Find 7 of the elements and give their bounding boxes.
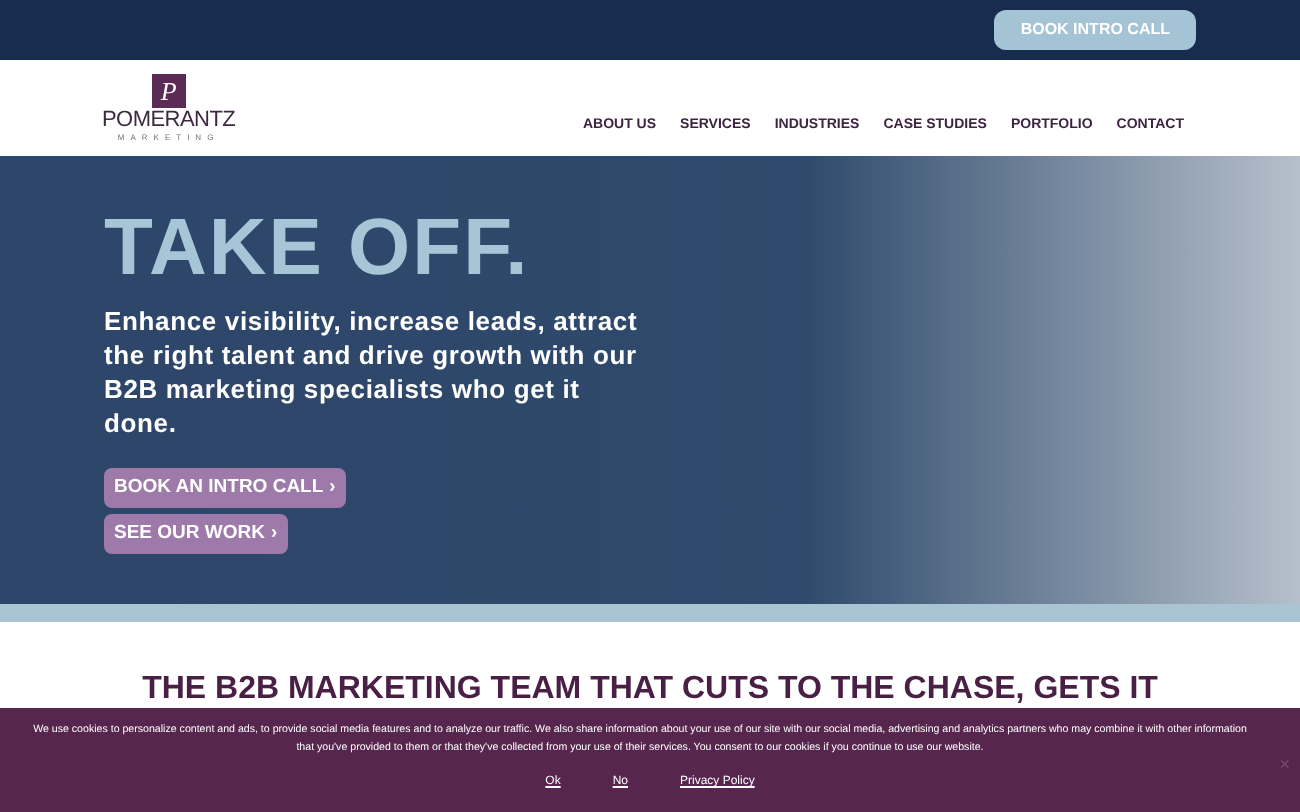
logo-name: POMERANTZ bbox=[102, 108, 236, 132]
hero-title: TAKE OFF. bbox=[104, 204, 530, 292]
logo-mark: P bbox=[151, 74, 186, 108]
section-heading: THE B2B MARKETING TEAM THAT CUTS TO THE CHASE, GETS IT bbox=[142, 672, 1158, 708]
hero-text: Enhance visibility, increase leads, attract the right talent and drive growth with our B2B marketing specialists who get it done. bbox=[104, 304, 640, 440]
hero-button[interactable]: SEE OUR WORK › bbox=[104, 514, 288, 554]
hero-button[interactable]: BOOK AN INTRO CALL › bbox=[104, 468, 346, 508]
